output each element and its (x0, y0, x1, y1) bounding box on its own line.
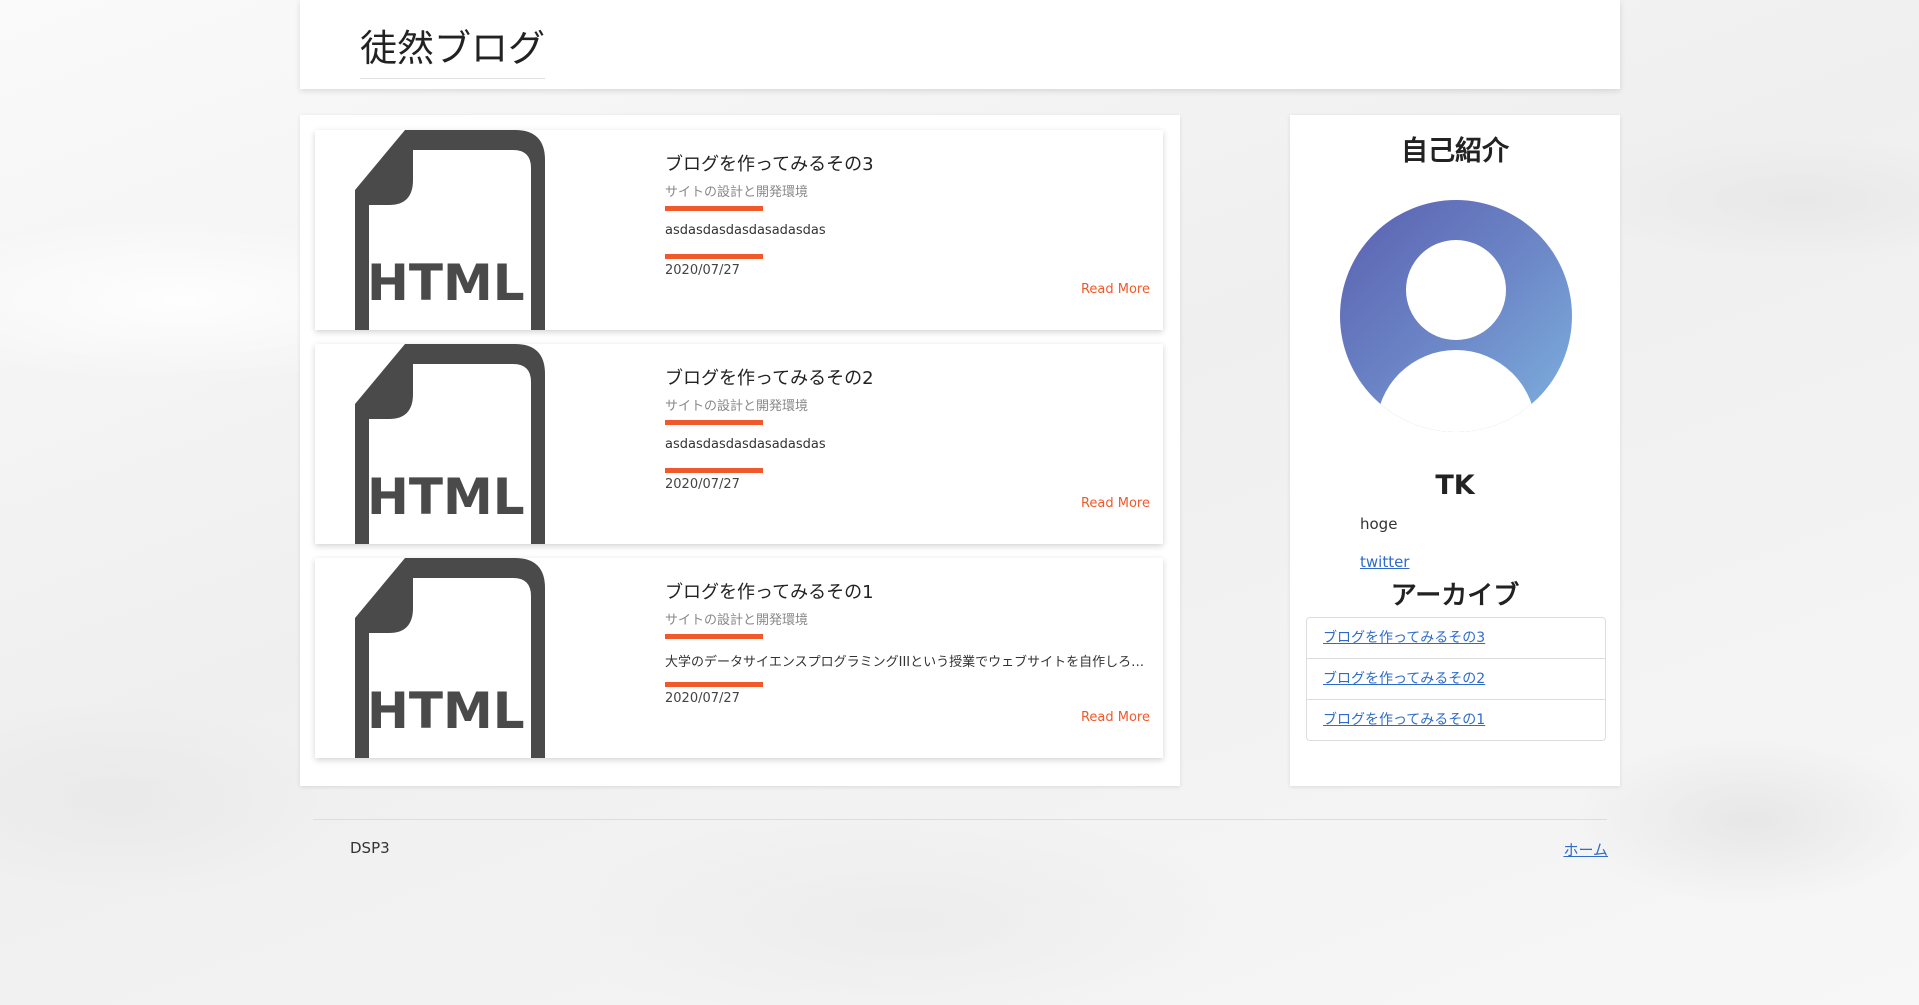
html-file-icon: HTML (355, 130, 545, 330)
read-more-link[interactable]: Read More (1081, 710, 1150, 725)
avatar-body (1376, 350, 1536, 432)
read-more-link[interactable]: Read More (1081, 496, 1150, 511)
thumb-label: HTML (367, 468, 525, 526)
site-title[interactable]: 徒然ブログ (360, 18, 545, 79)
sidebar: 自己紹介 TK hoge twitter アーカイブ ブログを作ってみるその3 … (1290, 115, 1620, 786)
post-excerpt: asdasdasdasdasadasdas (665, 223, 826, 238)
post-card[interactable]: HTML ブログを作ってみるその2 サイトの設計と開発環境 asdasdasda… (315, 344, 1163, 544)
accent-divider (665, 468, 763, 473)
html-file-icon: HTML (355, 558, 545, 758)
site-header: 徒然ブログ (300, 0, 1620, 89)
post-title[interactable]: ブログを作ってみるその3 (665, 150, 874, 176)
accent-divider (665, 420, 763, 425)
post-date: 2020/07/27 (665, 263, 740, 278)
html-file-icon: HTML (355, 344, 545, 544)
accent-divider (665, 634, 763, 639)
author-bio: hoge (1360, 515, 1398, 533)
accent-divider (665, 682, 763, 687)
post-title[interactable]: ブログを作ってみるその2 (665, 364, 874, 390)
post-subtitle: サイトの設計と開発環境 (665, 185, 809, 200)
archive-item[interactable]: ブログを作ってみるその2 (1307, 659, 1605, 700)
post-card[interactable]: HTML ブログを作ってみるその3 サイトの設計と開発環境 asdasdasda… (315, 130, 1163, 330)
post-date: 2020/07/27 (665, 477, 740, 492)
thumb-label: HTML (367, 682, 525, 740)
read-more-link[interactable]: Read More (1081, 282, 1150, 297)
footer-copyright: DSP3 (350, 839, 390, 857)
footer-divider (313, 819, 1607, 820)
archive-list: ブログを作ってみるその3 ブログを作ってみるその2 ブログを作ってみるその1 (1306, 617, 1606, 741)
post-subtitle: サイトの設計と開発環境 (665, 613, 809, 628)
post-subtitle: サイトの設計と開発環境 (665, 399, 809, 414)
post-title[interactable]: ブログを作ってみるその1 (665, 578, 874, 604)
post-excerpt: asdasdasdasdasadasdas (665, 437, 826, 452)
archive-item[interactable]: ブログを作ってみるその1 (1307, 700, 1605, 740)
archive-heading: アーカイブ (1390, 581, 1520, 611)
footer-home-link[interactable]: ホーム (1563, 839, 1608, 860)
profile-heading: 自己紹介 (1401, 136, 1509, 167)
thumb-label: HTML (367, 254, 525, 312)
archive-item[interactable]: ブログを作ってみるその3 (1307, 618, 1605, 659)
accent-divider (665, 206, 763, 211)
author-name: TK (1435, 470, 1475, 501)
avatar-head (1406, 240, 1506, 340)
post-list: HTML ブログを作ってみるその3 サイトの設計と開発環境 asdasdasda… (300, 115, 1180, 786)
twitter-link[interactable]: twitter (1360, 553, 1409, 571)
post-excerpt: 大学のデータサイエンスプログラミングIIIという授業でウェブサイトを自作しろとい… (665, 655, 1150, 670)
post-date: 2020/07/27 (665, 691, 740, 706)
accent-divider (665, 254, 763, 259)
post-card[interactable]: HTML ブログを作ってみるその1 サイトの設計と開発環境 大学のデータサイエン… (315, 558, 1163, 758)
avatar-icon (1340, 200, 1572, 432)
